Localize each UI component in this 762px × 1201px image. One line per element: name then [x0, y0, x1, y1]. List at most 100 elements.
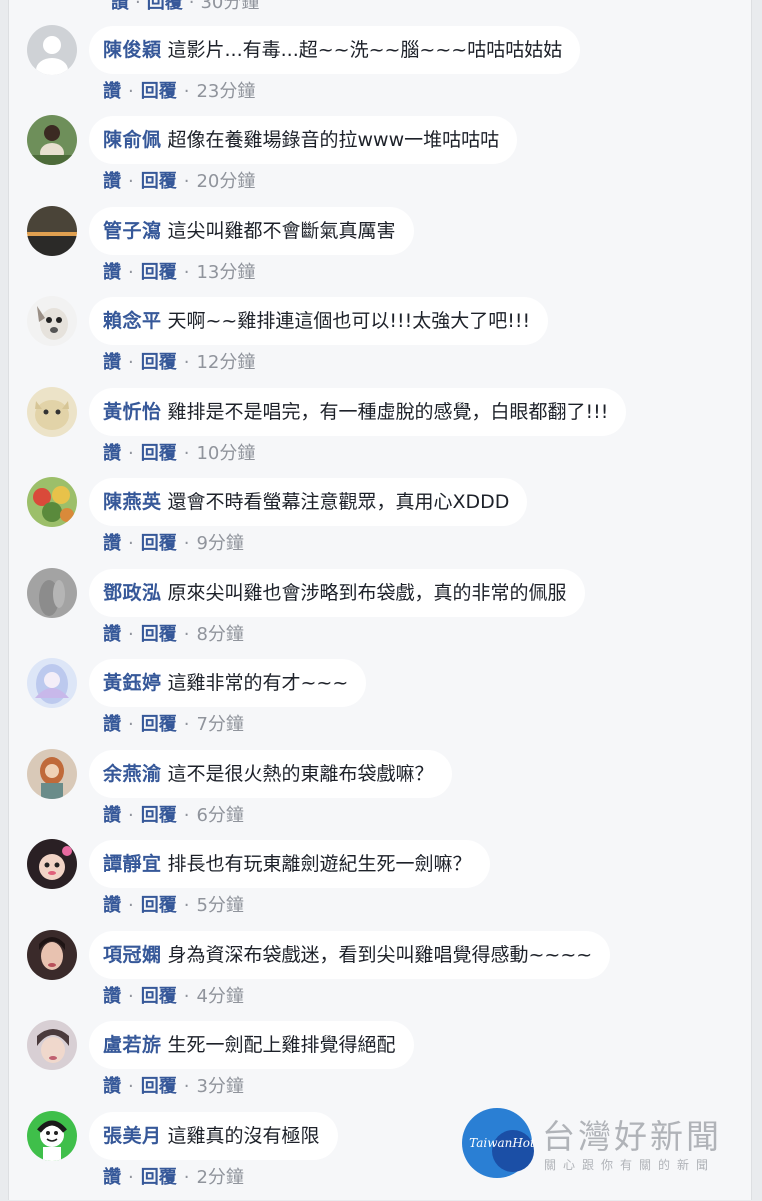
separator: ·	[183, 805, 190, 826]
commenter-name[interactable]: 項冠嫻	[103, 931, 162, 979]
comment-actions: 讚 · 回覆 · 2分鐘	[103, 1163, 244, 1193]
comment-time[interactable]: 2分鐘	[196, 1167, 243, 1188]
comment-bubble: 管子瀉 這尖叫雞都不會斷氣真厲害	[89, 207, 414, 255]
news-watermark: TaiwanHot 台灣好新聞 關心跟你有關的新聞	[458, 1106, 758, 1186]
like-link[interactable]: 讚	[103, 171, 121, 192]
like-link[interactable]: 讚	[103, 81, 121, 102]
comment-item: 陳燕英 還會不時看螢幕注意觀眾，真用心XDDD 讚 · 回覆 · 9分鐘	[9, 477, 751, 567]
comment-time[interactable]: 13分鐘	[196, 262, 255, 283]
default-avatar-icon[interactable]	[27, 25, 77, 75]
like-link[interactable]: 讚	[103, 1167, 121, 1188]
like-link[interactable]: 讚	[103, 986, 121, 1007]
reply-link[interactable]: 回覆	[141, 81, 177, 102]
separator: ·	[183, 443, 190, 464]
commenter-name[interactable]: 張美月	[103, 1112, 162, 1160]
dog-avatar-icon[interactable]	[27, 296, 77, 346]
commenter-name[interactable]: 陳俊穎	[103, 26, 162, 74]
comment-bubble: 陳燕英 還會不時看螢幕注意觀眾，真用心XDDD	[89, 478, 528, 526]
reply-link[interactable]: 回覆	[141, 171, 177, 192]
reply-link[interactable]: 回覆	[141, 443, 177, 464]
comment-bubble: 項冠嫻 身為資深布袋戲迷，看到尖叫雞唱覺得感動~~~~	[89, 931, 611, 979]
reply-link[interactable]: 回覆	[141, 262, 177, 283]
toys-avatar-icon[interactable]	[27, 477, 77, 527]
commenter-name[interactable]: 賴念平	[103, 297, 162, 345]
commenter-name[interactable]: 陳燕英	[103, 478, 162, 526]
like-link[interactable]: 讚	[103, 624, 121, 645]
commenter-name[interactable]: 黃鈺婷	[103, 659, 162, 707]
separator: ·	[128, 805, 134, 826]
commenter-name[interactable]: 黃忻怡	[103, 388, 162, 436]
comment-actions: 讚 · 回覆 · 12分鐘	[103, 348, 255, 378]
comment-time[interactable]: 3分鐘	[196, 1076, 243, 1097]
commenter-name[interactable]: 盧若旂	[103, 1021, 162, 1069]
commenter-name[interactable]: 鄧政泓	[103, 569, 162, 617]
photo-avatar-icon[interactable]	[27, 115, 77, 165]
comment-item: 陳俊穎 這影片...有毒...超~~洗~~腦~~~咕咕咕姑姑 讚 · 回覆 · 23分鐘	[9, 25, 751, 115]
comment-time[interactable]: 7分鐘	[196, 714, 243, 735]
commenter-name[interactable]: 譚靜宜	[103, 840, 162, 888]
commenter-name[interactable]: 余燕渝	[103, 750, 162, 798]
like-link[interactable]: 讚	[103, 1076, 121, 1097]
separator: ·	[183, 895, 190, 916]
grey-avatar-icon[interactable]	[27, 568, 77, 618]
separator: ·	[183, 352, 190, 373]
separator: ·	[128, 81, 134, 102]
reply-link[interactable]: 回覆	[141, 986, 177, 1007]
comment-time[interactable]: 30分鐘	[200, 0, 259, 13]
comment-time[interactable]: 23分鐘	[196, 81, 255, 102]
reply-link[interactable]: 回覆	[141, 805, 177, 826]
reply-link[interactable]: 回覆	[141, 895, 177, 916]
comment-actions: 讚 · 回覆 · 9分鐘	[103, 529, 244, 559]
reply-link[interactable]: 回覆	[141, 533, 177, 554]
comment-time[interactable]: 6分鐘	[196, 805, 243, 826]
like-link[interactable]: 讚	[103, 352, 121, 373]
comment-time[interactable]: 5分鐘	[196, 895, 243, 916]
woman-avatar-icon[interactable]	[27, 749, 77, 799]
commenter-name[interactable]: 管子瀉	[103, 207, 162, 255]
reply-link[interactable]: 回覆	[141, 1167, 177, 1188]
reply-link[interactable]: 回覆	[141, 352, 177, 373]
separator: ·	[183, 1076, 190, 1097]
separator: ·	[183, 624, 190, 645]
comment-item: 盧若旂 生死一劍配上雞排覺得絕配 讚 · 回覆 · 3分鐘	[9, 1020, 751, 1110]
cat-avatar-icon[interactable]	[27, 387, 77, 437]
comment-time[interactable]: 10分鐘	[196, 443, 255, 464]
commenter-name[interactable]: 陳俞佩	[103, 116, 162, 164]
like-link[interactable]: 讚	[111, 0, 129, 13]
cartoon-avatar-icon[interactable]	[27, 1111, 77, 1161]
sunset-avatar-icon[interactable]	[27, 206, 77, 256]
like-link[interactable]: 讚	[103, 714, 121, 735]
comment-time[interactable]: 20分鐘	[196, 171, 255, 192]
comment-text: 排長也有玩東離劍遊紀生死一劍嘛？	[167, 853, 472, 875]
comment-actions: 讚 · 回覆 · 20分鐘	[103, 167, 255, 197]
comment-time[interactable]: 9分鐘	[196, 533, 243, 554]
like-link[interactable]: 讚	[103, 262, 121, 283]
separator: ·	[183, 533, 190, 554]
comment-text: 超像在養雞場錄音的拉www一堆咕咕咕	[167, 129, 500, 151]
reply-link[interactable]: 回覆	[147, 0, 183, 13]
like-link[interactable]: 讚	[103, 533, 121, 554]
reply-link[interactable]: 回覆	[141, 714, 177, 735]
separator: ·	[183, 81, 190, 102]
separator: ·	[128, 262, 134, 283]
reply-link[interactable]: 回覆	[141, 1076, 177, 1097]
like-link[interactable]: 讚	[103, 895, 121, 916]
separator: ·	[128, 443, 134, 464]
comment-time[interactable]: 8分鐘	[196, 624, 243, 645]
like-link[interactable]: 讚	[103, 443, 121, 464]
like-link[interactable]: 讚	[103, 805, 121, 826]
separator: ·	[128, 352, 134, 373]
comment-bubble: 譚靜宜 排長也有玩東離劍遊紀生死一劍嘛？	[89, 840, 490, 888]
previous-comment-actions: 讚 · 回覆 · 30分鐘	[111, 0, 259, 13]
separator: ·	[183, 986, 190, 1007]
portrait-avatar-icon[interactable]	[27, 930, 77, 980]
comment-actions: 讚 · 回覆 · 3分鐘	[103, 1072, 244, 1102]
comment-bubble: 黃鈺婷 這雞非常的有才~~~	[89, 659, 367, 707]
watermark-title: 台灣好新聞	[542, 1117, 722, 1156]
comment-time[interactable]: 4分鐘	[196, 986, 243, 1007]
selfie-avatar-icon[interactable]	[27, 1020, 77, 1070]
anime-avatar-icon[interactable]	[27, 658, 77, 708]
comment-time[interactable]: 12分鐘	[196, 352, 255, 373]
child-avatar-icon[interactable]	[27, 839, 77, 889]
reply-link[interactable]: 回覆	[141, 624, 177, 645]
